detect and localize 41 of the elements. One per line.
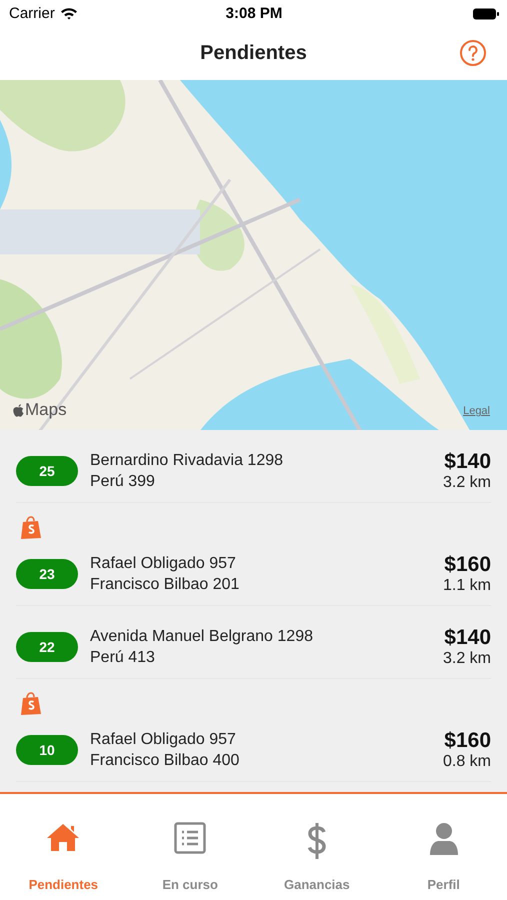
order-number: 25 <box>16 456 78 486</box>
status-time: 3:08 PM <box>226 5 282 22</box>
order-price: $140 <box>444 450 491 474</box>
dropoff-address: Francisco Bilbao 400 <box>90 751 240 772</box>
pickup-address: Bernardino Rivadavia 1298 <box>90 451 284 472</box>
order-number: 23 <box>16 559 78 590</box>
screen-title: Pendientes <box>200 42 307 66</box>
dropoff-address: Francisco Bilbao 201 <box>90 575 240 596</box>
dropoff-address: Perú 399 <box>90 472 156 492</box>
carrier-name: Carrier <box>9 5 55 22</box>
person-icon <box>430 822 458 856</box>
wifi-icon <box>60 7 78 20</box>
maps-attribution: Maps <box>25 400 67 420</box>
order-row[interactable]: 23 Rafael Obligado 957 Francisco Bilbao 201 $160 1.1 km <box>16 543 491 606</box>
order-row[interactable]: 25 Bernardino Rivadavia 1298 Perú 399 $140 3.2 km <box>16 440 491 504</box>
legal-link[interactable]: Legal <box>463 405 490 418</box>
dollar-icon <box>306 822 327 860</box>
pickup-address: Rafael Obligado 957 <box>90 554 237 574</box>
tab-item[interactable]: Pendientes <box>0 822 127 892</box>
battery-icon <box>472 8 499 20</box>
order-price: $160 <box>444 553 491 578</box>
order-row[interactable]: 10 Rafael Obligado 957 Francisco Bilbao 400 $160 0.8 km <box>16 719 491 782</box>
tab-item[interactable]: Perfil <box>380 822 507 892</box>
pickup-address: Rafael Obligado 957 <box>90 730 237 750</box>
house-icon <box>46 822 80 852</box>
pickup-address: Avenida Manuel Belgrano 1298 <box>90 627 314 648</box>
tab-item[interactable]: En curso <box>126 822 254 892</box>
order-number: 22 <box>16 632 78 662</box>
order-distance: 1.1 km <box>442 577 491 596</box>
help-button[interactable] <box>459 38 487 67</box>
order-price: $160 <box>444 729 491 754</box>
tab-item[interactable]: Ganancias <box>254 822 380 892</box>
order-row[interactable]: 22 Avenida Manuel Belgrano 1298 Perú 413 $140 3.2 km <box>16 616 491 680</box>
order-price: $140 <box>444 626 491 650</box>
order-number: 10 <box>16 735 78 766</box>
dropoff-address: Perú 413 <box>90 648 156 668</box>
order-distance: 0.8 km <box>442 753 491 772</box>
order-distance: 3.2 km <box>442 650 491 668</box>
apple-icon <box>13 404 24 417</box>
list-icon <box>174 822 206 854</box>
order-distance: 3.2 km <box>442 474 491 492</box>
